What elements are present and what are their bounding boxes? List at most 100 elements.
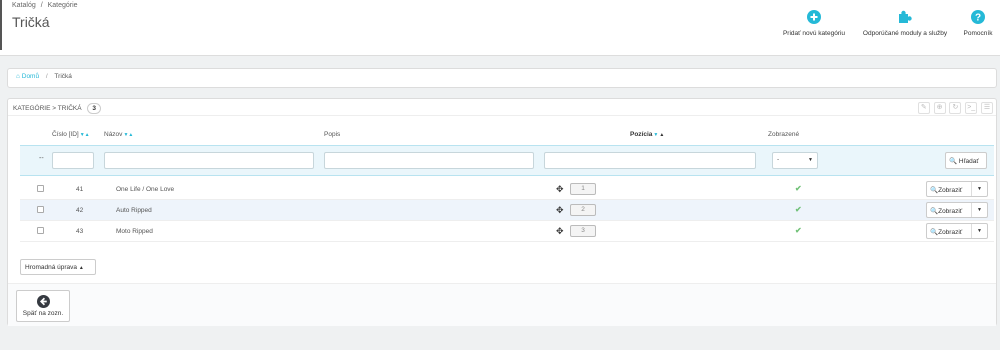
drag-handle-icon[interactable]: ✥ (556, 184, 564, 195)
filter-displayed-value: - (777, 156, 780, 163)
column-position-label: Pozícia (630, 131, 653, 138)
view-button[interactable]: 🔍Zobraziť ▼ (926, 202, 988, 218)
add-category-button[interactable]: Pridať novú kategóriu (776, 10, 852, 37)
table-row: 43 Moto Ripped ✥ 3 ✔ 🔍Zobraziť ▼ (20, 221, 994, 242)
view-button-label: 🔍Zobraziť (930, 228, 962, 236)
column-header-name[interactable]: Názov▼▲ (104, 131, 133, 138)
check-icon[interactable]: ✔ (795, 226, 802, 235)
edit-icon[interactable]: ✎ (917, 102, 930, 114)
row-name: One Life / One Love (116, 186, 175, 193)
zoom-icon: 🔍 (930, 229, 939, 236)
breadcrumb: ⌂ Domů / Tričká (7, 68, 997, 88)
puzzle-icon (899, 10, 912, 23)
panel-heading: KATEGÓRIE > TRIČKÁ 3 ✎ ⊕ ↻ >_ ☰ (8, 99, 996, 116)
view-button-label: 🔍Zobraziť (930, 207, 962, 215)
column-header-position[interactable]: Pozícia▼▲ (630, 131, 664, 138)
check-icon[interactable]: ✔ (795, 184, 802, 193)
count-badge: 3 (87, 103, 102, 114)
add-category-label: Pridať novú kategóriu (782, 30, 846, 37)
plus-circle-icon (807, 10, 821, 24)
caret-down-icon: ▼ (808, 157, 813, 163)
drag-handle-icon[interactable]: ✥ (556, 205, 564, 216)
row-name: Auto Ripped (116, 207, 152, 214)
row-checkbox[interactable] (37, 206, 44, 213)
row-position: 2 (570, 204, 596, 216)
filter-dash: -- (39, 155, 44, 162)
column-header-description: Popis (324, 131, 340, 138)
view-button-label: 🔍Zobraziť (930, 186, 962, 194)
view-label: Zobraziť (938, 187, 963, 194)
column-displayed-label: Zobrazené (768, 131, 800, 138)
panel-footer: Späť na zozn. (8, 283, 996, 326)
sort-icon[interactable]: ▼▲ (80, 132, 90, 138)
search-icon: 🔍 (949, 158, 958, 165)
add-icon[interactable]: ⊕ (933, 102, 946, 114)
database-icon[interactable]: ☰ (981, 102, 993, 114)
breadcrumb-catalog[interactable]: Katalóg (12, 2, 36, 9)
row-checkbox[interactable] (37, 227, 44, 234)
view-button[interactable]: 🔍Zobraziť ▼ (926, 223, 988, 239)
table-row: 42 Auto Ripped ✥ 2 ✔ 🔍Zobraziť ▼ (20, 200, 994, 221)
zoom-icon: 🔍 (930, 187, 939, 194)
sql-icon[interactable]: >_ (965, 102, 978, 114)
sort-icon[interactable]: ▼▲ (123, 132, 133, 138)
column-name-label: Názov (104, 131, 123, 138)
column-header-displayed: Zobrazené (768, 131, 799, 138)
chevron-down-icon[interactable]: ▼ (971, 203, 987, 217)
arrow-left-circle-icon (36, 295, 50, 308)
help-label: Pomocník (963, 30, 993, 37)
column-description-label: Popis (324, 131, 341, 138)
filter-row: -- - ▼ 🔍 Hľadať (20, 145, 994, 176)
row-position: 1 (570, 183, 596, 195)
row-id: 41 (76, 186, 84, 193)
table-row: 41 One Life / One Love ✥ 1 ✔ 🔍Zobraziť ▼ (20, 179, 994, 200)
filter-displayed-select[interactable]: - ▼ (772, 152, 818, 169)
sort-active-icon[interactable]: ▲ (659, 132, 664, 138)
sort-icon[interactable]: ▼ (653, 132, 658, 138)
filter-position-input[interactable] (544, 152, 756, 169)
chevron-down-icon[interactable]: ▼ (971, 224, 987, 238)
panel-title: KATEGÓRIE > TRIČKÁ (13, 105, 82, 112)
svg-text:?: ? (975, 13, 981, 24)
row-name: Moto Ripped (116, 228, 153, 235)
recommended-modules-label: Odporúčané moduly a služby (862, 30, 948, 37)
header-accent-line (0, 0, 2, 50)
breadcrumb-separator: / (45, 73, 48, 80)
categories-panel: KATEGÓRIE > TRIČKÁ 3 ✎ ⊕ ↻ >_ ☰ Číslo [I… (7, 98, 997, 326)
row-id: 42 (76, 207, 84, 214)
page-header: Katalóg / Kategórie Tričká Pridať novú k… (0, 0, 1000, 56)
row-id: 43 (76, 228, 84, 235)
view-label: Zobraziť (938, 208, 963, 215)
row-checkbox[interactable] (37, 185, 44, 192)
row-position: 3 (570, 225, 596, 237)
breadcrumb-categories[interactable]: Kategórie (48, 2, 78, 9)
search-button[interactable]: 🔍 Hľadať (945, 152, 987, 169)
bulk-actions-label: Hromadná úprava (25, 264, 78, 271)
column-id-label: Číslo [ID] (52, 131, 79, 138)
back-to-list-button[interactable]: Späť na zozn. (16, 290, 70, 322)
view-button[interactable]: 🔍Zobraziť ▼ (926, 181, 988, 197)
check-icon[interactable]: ✔ (795, 205, 802, 214)
page-title: Tričká (12, 14, 50, 30)
recommended-modules-button[interactable]: Odporúčané moduly a služby (855, 10, 955, 37)
breadcrumb-home[interactable]: ⌂ Domů (16, 73, 41, 80)
chevron-down-icon[interactable]: ▼ (971, 182, 987, 196)
filter-id-input[interactable] (52, 152, 94, 169)
home-icon: ⌂ (16, 73, 20, 80)
zoom-icon: 🔍 (930, 208, 939, 215)
breadcrumb-current: Tričká (54, 73, 72, 80)
question-circle-icon: ? (971, 10, 985, 24)
filter-description-input[interactable] (324, 152, 534, 169)
refresh-icon[interactable]: ↻ (949, 102, 962, 114)
help-button[interactable]: ? Pomocník (958, 10, 998, 37)
back-to-list-label: Späť na zozn. (22, 310, 64, 317)
filter-name-input[interactable] (104, 152, 314, 169)
panel-toolbar: ✎ ⊕ ↻ >_ ☰ (916, 102, 993, 114)
search-button-label: Hľadať (958, 158, 979, 165)
header-breadcrumb: Katalóg / Kategórie (12, 2, 81, 9)
column-header-id[interactable]: Číslo [ID]▼▲ (52, 131, 90, 138)
bulk-actions-button[interactable]: Hromadná úprava ▲ (20, 259, 96, 275)
breadcrumb-home-label: Domů (21, 73, 40, 80)
drag-handle-icon[interactable]: ✥ (556, 226, 564, 237)
view-label: Zobraziť (938, 229, 963, 236)
